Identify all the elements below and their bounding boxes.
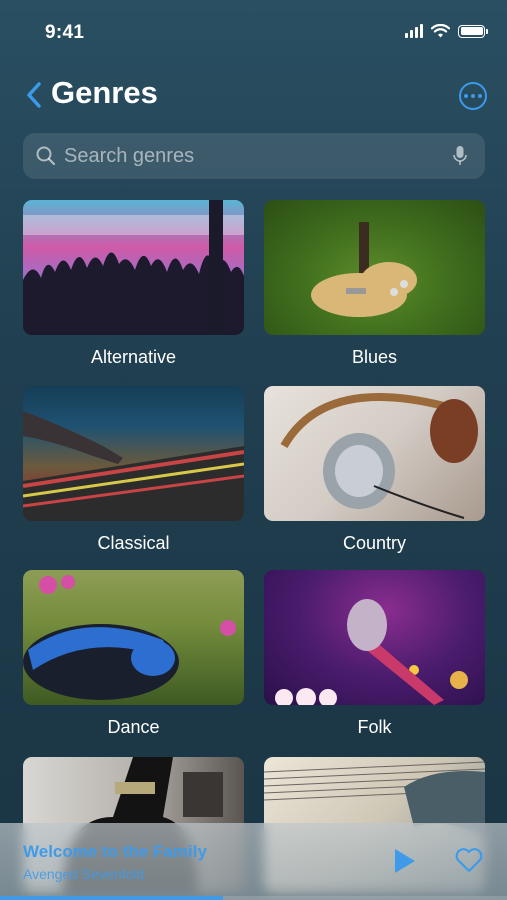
status-time: 9:41 — [45, 22, 85, 43]
search-icon — [36, 146, 56, 166]
playback-progress[interactable] — [0, 896, 507, 900]
status-icons — [405, 24, 488, 38]
genre-label: Blues — [351, 347, 398, 367]
genre-label: Classical — [97, 533, 170, 553]
wifi-icon — [431, 24, 450, 38]
search-input[interactable]: Search genres — [23, 133, 485, 179]
genre-card-blues[interactable]: Blues — [264, 200, 485, 367]
microphone-icon[interactable] — [453, 145, 467, 167]
genre-label: Alternative — [90, 347, 177, 367]
genre-card-alternative[interactable]: Alternative — [23, 200, 244, 367]
genre-image-folk — [264, 570, 485, 705]
now-playing-artist: Avenged Sevenfold — [23, 866, 145, 882]
genre-card-dance[interactable]: Dance — [23, 570, 244, 737]
heart-icon[interactable] — [455, 847, 483, 873]
genre-image-country — [264, 386, 485, 521]
now-playing-bar[interactable]: Welcome to the Family Avenged Sevenfold — [0, 823, 507, 900]
cellular-signal-icon — [405, 24, 423, 38]
genre-card-folk[interactable]: Folk — [264, 570, 485, 737]
back-chevron-icon[interactable] — [24, 80, 44, 110]
genre-label: Country — [342, 533, 407, 553]
page-title: Genres — [51, 75, 158, 110]
genre-image-alternative — [23, 200, 244, 335]
genre-card-country[interactable]: Country — [264, 386, 485, 553]
genre-card-classical[interactable]: Classical — [23, 386, 244, 553]
more-icon[interactable] — [459, 82, 487, 110]
playback-progress-fill — [0, 896, 224, 900]
now-playing-title: Welcome to the Family — [23, 842, 207, 861]
genre-image-blues — [264, 200, 485, 335]
battery-icon — [458, 24, 488, 38]
nav-header: Genres — [0, 70, 507, 120]
status-bar: 9:41 — [0, 0, 507, 60]
search-placeholder: Search genres — [64, 145, 195, 167]
genre-label: Folk — [357, 717, 392, 737]
genre-image-dance — [23, 570, 244, 705]
genre-label: Dance — [107, 717, 160, 737]
genre-image-classical — [23, 386, 244, 521]
play-icon[interactable] — [393, 847, 417, 875]
